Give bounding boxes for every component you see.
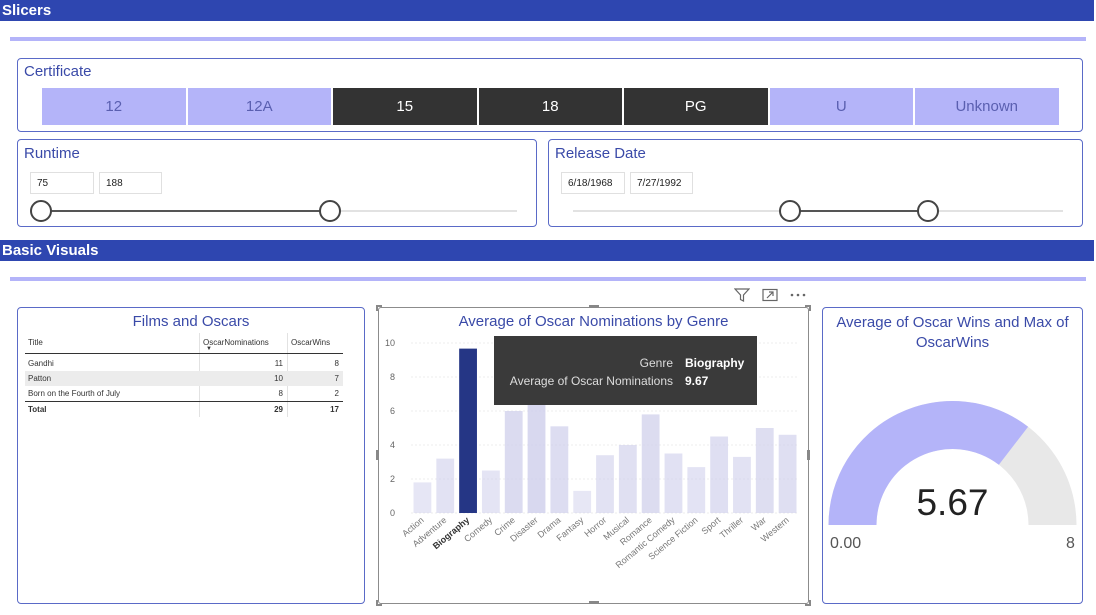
bar-romance[interactable] [641,414,660,513]
bar-thriller[interactable] [733,456,751,513]
bar-chart-title: Average of Oscar Nominations by Genre [458,313,729,330]
y-tick-label: 10 [385,338,395,348]
table-row[interactable]: Born on the Fourth of July 8 2 [25,386,343,401]
certificate-option-12a[interactable]: 12A [187,88,331,125]
bar-comedy[interactable] [481,470,500,514]
release-date-start-handle[interactable] [779,200,801,222]
column-header-oscar-nominations[interactable]: OscarNominations [203,338,269,347]
more-options-icon[interactable] [790,291,806,299]
certificate-option-12[interactable]: 12 [42,88,186,125]
y-tick-label: 2 [390,474,395,484]
y-tick-label: 8 [390,372,395,382]
release-date-start-input[interactable]: 6/18/1968 [561,172,625,194]
bar-war[interactable] [755,428,774,513]
resize-handle[interactable] [376,600,382,606]
slicers-section-header: Slicers [0,0,1094,21]
column-header-title[interactable]: Title [28,338,43,347]
resize-handle[interactable] [805,305,811,311]
tooltip-metric-value: 9.67 [685,374,709,388]
runtime-max-handle[interactable] [319,200,341,222]
total-label: Total [28,405,47,414]
gauge-title: Average of Oscar Wins and Max of OscarWi… [836,314,1069,351]
certificate-option-u[interactable]: U [769,88,913,125]
cell-oscar-wins: 7 [334,374,339,383]
bar-romantic-comedy[interactable] [664,453,683,514]
release-date-end-input[interactable]: 7/27/1992 [630,172,693,194]
runtime-slicer [17,139,537,227]
bar-biography[interactable] [459,348,477,513]
table-total-row: Total 29 17 [25,402,343,417]
tooltip-genre-label: Genre [639,356,673,370]
bar-disaster[interactable] [527,390,546,513]
runtime-track-fill [41,210,330,212]
gauge-min-label: 0.00 [830,535,862,552]
filter-icon[interactable] [734,288,750,302]
total-oscar-wins: 17 [330,405,339,414]
cell-title: Patton [28,374,52,383]
resize-handle[interactable] [589,305,599,308]
cell-oscar-wins: 2 [334,389,339,398]
release-date-title: Release Date [555,145,646,162]
cell-title: Gandhi [28,359,54,368]
cell-title: Born on the Fourth of July [28,389,121,398]
runtime-min-input[interactable]: 75 [30,172,94,194]
bar-adventure[interactable] [436,458,455,513]
cell-oscar-nominations: 8 [278,389,283,398]
table-row[interactable]: Gandhi 11 8 [25,356,343,371]
tooltip-genre-value: Biography [685,356,745,370]
bar-western[interactable] [778,434,797,513]
certificate-option-pg[interactable]: PG [624,88,768,125]
runtime-title: Runtime [24,145,80,162]
runtime-min-handle[interactable] [30,200,52,222]
certificate-title: Certificate [24,63,92,80]
column-header-oscar-wins[interactable]: OscarWins [291,338,330,347]
table-row[interactable]: Patton 10 7 [25,371,343,386]
certificate-option-15[interactable]: 15 [333,88,477,125]
total-oscar-nominations: 29 [274,405,283,414]
bar-fantasy[interactable] [573,490,592,513]
focus-mode-icon[interactable] [762,288,778,302]
cell-oscar-nominations: 10 [274,374,283,383]
resize-handle[interactable] [589,601,599,604]
certificate-option-18[interactable]: 18 [478,88,622,125]
gauge-value: 5.67 [916,482,989,523]
header-underline [25,353,343,354]
bar-musical[interactable] [618,445,637,513]
films-table-title: Films and Oscars [132,313,250,330]
cell-oscar-nominations: 11 [274,359,283,368]
x-tick-label: Thriller [718,515,746,540]
bar-sport[interactable] [710,436,729,514]
y-tick-label: 0 [390,508,395,518]
gauge-max-label: 8 [1066,535,1075,552]
resize-handle[interactable] [805,600,811,606]
y-tick-label: 4 [390,440,395,450]
bar-drama[interactable] [550,426,569,513]
tooltip-metric-label: Average of Oscar Nominations [509,374,673,388]
sort-descending-icon: ▼ [206,346,212,352]
slicers-divider [10,37,1086,41]
resize-handle[interactable] [376,305,382,311]
bar-horror[interactable] [596,455,614,513]
release-date-end-handle[interactable] [917,200,939,222]
certificate-option-unknown[interactable]: Unknown [915,88,1059,125]
runtime-max-input[interactable]: 188 [99,172,162,194]
y-tick-label: 6 [390,406,395,416]
bar-science-fiction[interactable] [687,467,706,513]
release-date-track-fill [790,210,928,212]
cell-oscar-wins: 8 [334,359,339,368]
chart-tooltip: Genre Biography Average of Oscar Nominat… [494,336,757,405]
films-table: Title OscarNominations ▼ OscarWins Gandh… [25,333,343,423]
basic-visuals-section-header: Basic Visuals [0,240,1094,261]
basic-visuals-divider [10,277,1086,281]
bar-crime[interactable] [504,411,523,513]
bar-action[interactable] [413,482,432,513]
